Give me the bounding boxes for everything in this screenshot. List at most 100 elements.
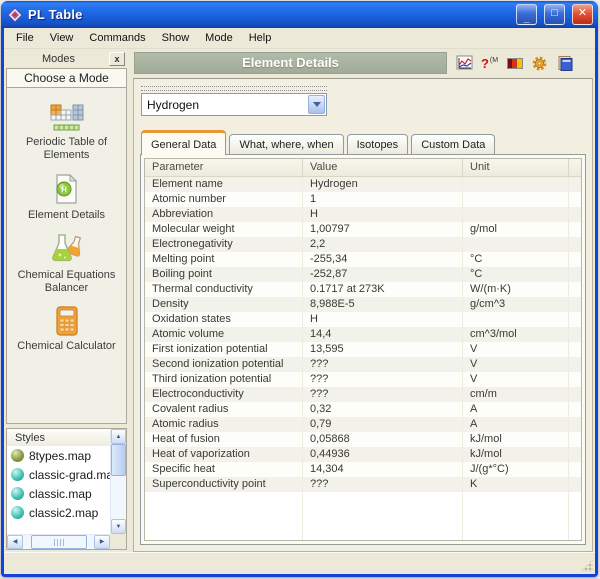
element-details-icon: H — [56, 173, 78, 204]
close-button[interactable]: ✕ — [572, 4, 593, 25]
style-list-item[interactable]: classic-grad.map — [7, 465, 110, 484]
modes-sidebar: Modes x Choose a Mode Periodic Table of … — [4, 49, 128, 552]
table-row[interactable]: Atomic volume 14,4 cm^3/mol — [145, 327, 581, 342]
table-row[interactable]: Boiling point -252,87 °C — [145, 267, 581, 282]
table-row[interactable]: First ionization potential 13,595 V — [145, 342, 581, 357]
sidebar-item-label: Periodic Table of Elements — [25, 136, 108, 161]
tab[interactable]: What, where, when — [229, 134, 344, 154]
table-row[interactable]: Abbreviation H — [145, 207, 581, 222]
table-row[interactable]: Melting point -255,34 °C — [145, 252, 581, 267]
cell-parameter: Third ionization potential — [145, 372, 303, 387]
style-list-item[interactable]: classic.map — [7, 484, 110, 503]
cell-unit: g/cm^3 — [463, 297, 569, 312]
cell-value: H — [303, 312, 463, 327]
element-select[interactable]: Hydrogen — [141, 93, 327, 116]
close-panel-icon[interactable]: x — [109, 52, 125, 66]
cell-parameter: Heat of fusion — [145, 432, 303, 447]
cell-parameter: Oxidation states — [145, 312, 303, 327]
dropdown-button[interactable] — [308, 95, 325, 114]
horizontal-scroll-track-l[interactable] — [23, 535, 31, 549]
tab[interactable]: Custom Data — [411, 134, 496, 154]
chart-icon[interactable] — [455, 54, 474, 72]
cell-spacer — [569, 177, 581, 192]
menu-item[interactable]: File — [8, 29, 42, 47]
table-row[interactable]: Oxidation states H — [145, 312, 581, 327]
scroll-up-icon[interactable]: ▲ — [111, 429, 126, 444]
cell-parameter: First ionization potential — [145, 342, 303, 357]
cell-value: ??? — [303, 387, 463, 402]
scroll-right-icon[interactable]: ▶ — [94, 535, 110, 549]
cell-unit: V — [463, 372, 569, 387]
style-name: classic.map — [29, 486, 92, 501]
menu-item[interactable]: Commands — [81, 29, 153, 47]
table-row[interactable]: Thermal conductivity 0.1717 at 273K W/(m… — [145, 282, 581, 297]
tab[interactable]: General Data — [141, 130, 227, 155]
periodic-table-icon — [50, 104, 83, 131]
cell-unit: A — [463, 402, 569, 417]
cell-unit: V — [463, 357, 569, 372]
resize-grip[interactable] — [580, 559, 593, 572]
cell-unit: g/mol — [463, 222, 569, 237]
scroll-down-icon[interactable]: ▼ — [111, 519, 126, 534]
sidebar-item-equations-balancer[interactable]: Chemical Equations Balancer — [7, 233, 126, 295]
maximize-button[interactable]: □ — [544, 4, 565, 25]
table-row[interactable]: Second ionization potential ??? V — [145, 357, 581, 372]
cell-parameter: Boiling point — [145, 267, 303, 282]
table-row[interactable]: Heat of vaporization 0,44936 kJ/mol — [145, 447, 581, 462]
table-row[interactable]: Atomic radius 0,79 A — [145, 417, 581, 432]
sidebar-item-chemical-calculator[interactable]: Chemical Calculator — [14, 306, 118, 353]
horizontal-scroll-thumb[interactable] — [30, 535, 87, 549]
menu-item[interactable]: Help — [241, 29, 280, 47]
table-row[interactable]: Third ionization potential ??? V — [145, 372, 581, 387]
query-language-icon[interactable]: ? (M — [480, 54, 499, 72]
cell-unit — [463, 177, 569, 192]
cell-value: 1 — [303, 192, 463, 207]
style-list-item[interactable]: 8types.map — [7, 446, 110, 465]
table-row[interactable]: Superconductivity point ??? K — [145, 477, 581, 492]
column-header-unit[interactable]: Unit — [463, 159, 569, 176]
style-list-item[interactable]: classic2.map — [7, 503, 110, 522]
tab-strip: General Data What, where, when Isotopes … — [140, 129, 586, 155]
minimize-button[interactable]: _ — [516, 4, 537, 25]
status-bar — [4, 552, 595, 574]
title-bar: PL Table _ □ ✕ — [1, 1, 598, 28]
vertical-scroll-track[interactable] — [111, 476, 126, 519]
column-header-parameter[interactable]: Parameter — [145, 159, 303, 176]
cell-unit: kJ/mol — [463, 432, 569, 447]
cell-parameter: Electronegativity — [145, 237, 303, 252]
menu-item[interactable]: Show — [154, 29, 198, 47]
table-row[interactable]: Molecular weight 1,00797 g/mol — [145, 222, 581, 237]
cell-value: 13,595 — [303, 342, 463, 357]
column-header-value[interactable]: Value — [303, 159, 463, 176]
modes-caption: Modes x — [6, 50, 127, 68]
cell-spacer — [569, 357, 581, 372]
sidebar-item-element-details[interactable]: H Element Details — [25, 173, 108, 222]
cell-parameter: Atomic volume — [145, 327, 303, 342]
sidebar-item-periodic-table[interactable]: Periodic Table of Elements — [7, 102, 126, 162]
tab[interactable]: Isotopes — [346, 134, 409, 154]
main-header-row: Element Details ? (M — [134, 51, 592, 75]
notebook-icon[interactable] — [555, 54, 574, 72]
styles-vertical-scrollbar[interactable]: ▲ ▼ — [110, 429, 126, 534]
styles-items: 8types.map classic-grad.map — [7, 446, 110, 522]
scroll-left-icon[interactable]: ◀ — [7, 535, 23, 549]
cell-parameter: Thermal conductivity — [145, 282, 303, 297]
cell-value: 0,32 — [303, 402, 463, 417]
settings-gear-icon[interactable] — [530, 54, 549, 72]
table-row[interactable]: Covalent radius 0,32 A — [145, 402, 581, 417]
cell-unit — [463, 237, 569, 252]
vertical-scroll-thumb[interactable] — [111, 444, 126, 476]
menu-item[interactable]: Mode — [197, 29, 241, 47]
table-row[interactable]: Electronegativity 2,2 — [145, 237, 581, 252]
table-row[interactable]: Electroconductivity ??? cm/m — [145, 387, 581, 402]
flag-icon[interactable] — [505, 54, 524, 72]
table-row[interactable]: Specific heat 14,304 J/(g*°C) — [145, 462, 581, 477]
cell-unit — [463, 192, 569, 207]
table-row[interactable]: Element name Hydrogen — [145, 177, 581, 192]
horizontal-scroll-track-r[interactable] — [87, 535, 95, 549]
table-row[interactable]: Heat of fusion 0,05868 kJ/mol — [145, 432, 581, 447]
menu-item[interactable]: View — [42, 29, 82, 47]
table-row[interactable]: Density 8,988E-5 g/cm^3 — [145, 297, 581, 312]
styles-horizontal-scrollbar[interactable]: ◀ ▶ — [7, 534, 110, 549]
table-row[interactable]: Atomic number 1 — [145, 192, 581, 207]
